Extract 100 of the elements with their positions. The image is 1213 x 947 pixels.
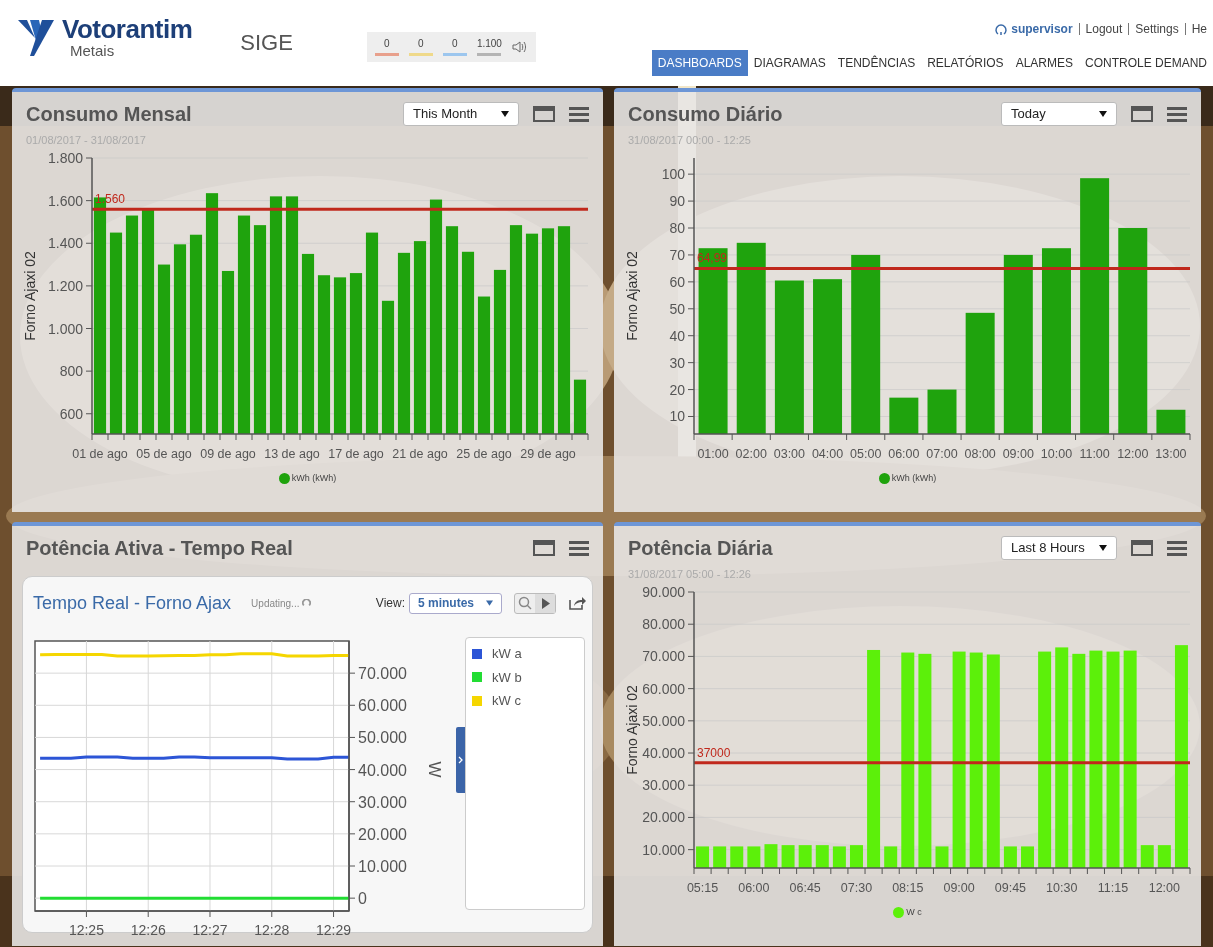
menu-icon[interactable] — [569, 540, 589, 556]
axis-tick-label: 60.000 — [358, 697, 407, 715]
card-title: Tempo Real - Forno Ajax — [33, 591, 232, 615]
axis-tick-label: 13:00 — [1155, 447, 1187, 461]
legend-label[interactable]: kWh (kWh) — [891, 472, 937, 486]
menu-icon[interactable] — [1167, 540, 1187, 556]
bar — [747, 846, 761, 868]
menu-icon[interactable] — [1167, 106, 1187, 122]
bar — [884, 846, 898, 868]
legend-label[interactable]: kWh (kWh) — [291, 472, 337, 486]
counter-value: 0 — [384, 38, 390, 50]
axis-tick-label: 30.000 — [642, 777, 685, 794]
axis-title: Forno Ajaxi 02 — [624, 251, 640, 341]
bar — [832, 846, 846, 868]
axis-tick-label: 01:00 — [697, 447, 729, 461]
axis-tick-label: 03:00 — [773, 447, 806, 461]
speaker-icon[interactable] — [511, 40, 528, 54]
legend-label[interactable]: W c — [906, 906, 922, 920]
axis-tick-label: 06:00 — [888, 447, 920, 461]
axis-tick-label: 07:00 — [926, 447, 958, 461]
bar — [573, 379, 587, 434]
caret-icon — [486, 600, 493, 606]
axis-tick-label: 04:00 — [811, 447, 844, 461]
axis-tick-label: 09:00 — [1002, 447, 1034, 461]
axis-tick-label: 1.000 — [47, 320, 83, 337]
nav-tab[interactable]: RELATÓRIOS — [921, 50, 1010, 76]
axis-tick-label: 11:15 — [1097, 881, 1129, 895]
axis-tick-label: 1.800 — [47, 150, 83, 166]
axis-tick-label: 80 — [669, 220, 685, 236]
period-select[interactable]: Last 8 Hours — [1001, 536, 1117, 560]
axis-tick-label: 70.000 — [642, 648, 685, 665]
bar — [1156, 409, 1186, 434]
brand-name: Votorantim — [62, 16, 193, 42]
legend-label[interactable]: kW a — [492, 644, 522, 664]
app-name: SIGE — [240, 29, 293, 57]
share-icon[interactable] — [568, 595, 586, 611]
nav-tab[interactable]: DIAGRAMAS — [747, 50, 832, 76]
axis-tick-label: 09:00 — [943, 881, 975, 895]
period-select[interactable]: Today — [1001, 102, 1117, 126]
bar — [1003, 846, 1017, 868]
nav-tab[interactable]: CONTROLE DEMAND — [1079, 50, 1213, 76]
axis-tick-label: 05:15 — [686, 881, 719, 895]
nav-tab[interactable]: ALARMES — [1009, 50, 1079, 76]
axis-tick-label: 20.000 — [642, 809, 685, 826]
brand-subtitle: Metais — [70, 43, 116, 58]
axis-tick-label: 09:45 — [994, 881, 1027, 895]
axis-tick-label: 1.200 — [47, 277, 83, 294]
axis-tick-label: 800 — [59, 363, 83, 380]
axis-title: Forno Ajaxi 02 — [22, 251, 38, 341]
axis-tick-label: 12:26 — [130, 922, 166, 938]
axis-tick-label: 12:25 — [68, 922, 104, 938]
menu-icon[interactable] — [569, 106, 589, 122]
header-link[interactable]: He — [1184, 23, 1213, 35]
axis-tick-label: 08:00 — [964, 447, 996, 461]
window-icon[interactable] — [533, 540, 555, 556]
axis-tick-label: 10.000 — [642, 841, 685, 858]
axis-tick-label: 13 de ago — [264, 447, 320, 461]
axis-tick-label: 05 de ago — [136, 447, 192, 461]
axis-tick-label: 20 — [669, 381, 685, 398]
period-select[interactable]: This Month — [403, 102, 519, 126]
user-link[interactable]: supervisor — [1011, 20, 1079, 38]
axis-tick-label: 20.000 — [358, 825, 407, 843]
header-link[interactable]: Settings — [1128, 23, 1185, 35]
bar — [713, 846, 727, 868]
window-icon[interactable] — [1131, 540, 1153, 556]
window-icon[interactable] — [1131, 106, 1153, 122]
panel-title: Consumo Diário — [628, 102, 783, 127]
legend-label[interactable]: kW b — [492, 667, 522, 687]
axis-title: Forno Ajaxi 02 — [624, 685, 640, 775]
axis-tick-label: 1.400 — [47, 235, 83, 252]
axis-tick-label: 10.000 — [358, 858, 407, 875]
axis-tick-label: 10 — [669, 408, 685, 425]
bar — [935, 846, 949, 868]
counter-value: 1.100 — [476, 38, 502, 50]
spinner-icon — [302, 598, 312, 608]
reference-value: 1.560 — [95, 192, 126, 207]
axis-tick-label: 12:28 — [254, 922, 290, 938]
play-icon[interactable] — [535, 593, 555, 613]
axis-tick-label: 09 de ago — [200, 447, 256, 461]
axis-tick-label: 06:45 — [789, 881, 821, 895]
header-link[interactable]: Logout — [1078, 23, 1129, 35]
axis-tick-label: 05:00 — [850, 447, 882, 461]
panel-title: Consumo Mensal — [26, 102, 192, 127]
nav-tab[interactable]: DASHBOARDS — [651, 50, 748, 76]
window-icon[interactable] — [533, 106, 555, 122]
caret-icon — [1099, 111, 1107, 117]
axis-tick-label: 90 — [669, 193, 685, 210]
axis-tick-label: 30 — [669, 354, 685, 371]
reference-value: 37000 — [697, 745, 731, 760]
panel-title: Potência Ativa - Tempo Real — [26, 536, 293, 561]
axis-tick-label: 60 — [669, 273, 685, 290]
legend-label[interactable]: kW c — [492, 691, 521, 711]
view-select[interactable]: 5 minutes — [409, 592, 502, 614]
panel-title: Potência Diária — [628, 536, 773, 561]
axis-tick-label: 70.000 — [358, 665, 407, 683]
axis-tick-label: 12:00 — [1148, 881, 1180, 895]
bar — [730, 846, 744, 868]
axis-tick-label: 70 — [669, 246, 685, 263]
counter-value: 0 — [452, 38, 458, 50]
nav-tab[interactable]: TENDÊNCIAS — [831, 50, 922, 76]
